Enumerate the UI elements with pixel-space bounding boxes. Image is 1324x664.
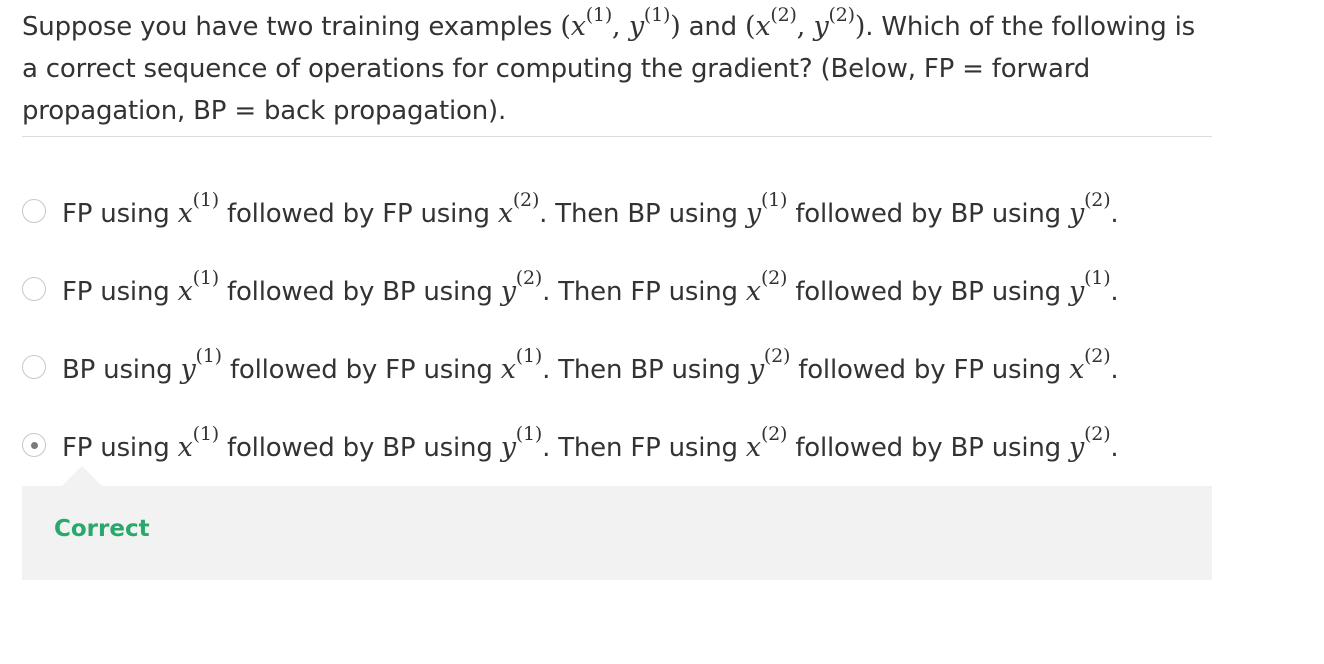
option-label[interactable]: FP using x(1) followed by BP using y(1).… [62,424,1119,463]
open-paren: ( [560,11,571,42]
answer-option-4[interactable]: FP using x(1) followed by BP using y(1).… [22,402,1222,480]
answer-option-2[interactable]: FP using x(1) followed by BP using y(2).… [22,246,1222,324]
radio-button[interactable] [22,199,46,223]
question-and: and [680,12,745,42]
radio-button-selected[interactable] [22,433,46,457]
math-y1: y(1) [628,4,671,43]
answer-options: FP using x(1) followed by FP using x(2).… [22,168,1222,480]
radio-button[interactable] [22,277,46,301]
question-text: Suppose you have two training examples (… [22,6,1212,137]
answer-option-3[interactable]: BP using y(1) followed by FP using x(1).… [22,324,1222,402]
close-paren: ) [854,11,866,42]
close-paren: ) [670,11,681,42]
answer-option-1[interactable]: FP using x(1) followed by FP using x(2).… [22,168,1222,246]
math-y2: y(2) [813,4,855,43]
option-label[interactable]: BP using y(1) followed by FP using x(1).… [62,346,1119,385]
feedback-correct-label: Correct [54,516,150,542]
question-part1: Suppose you have two training examples [22,12,561,42]
open-paren: ( [745,11,756,42]
option-label[interactable]: FP using x(1) followed by BP using y(2).… [62,268,1119,307]
feedback-box: Correct [22,466,1212,580]
option-label[interactable]: FP using x(1) followed by FP using x(2).… [62,190,1119,229]
math-x2: x(2) [755,4,797,43]
radio-button[interactable] [22,355,46,379]
math-x1: x(1) [570,4,613,43]
